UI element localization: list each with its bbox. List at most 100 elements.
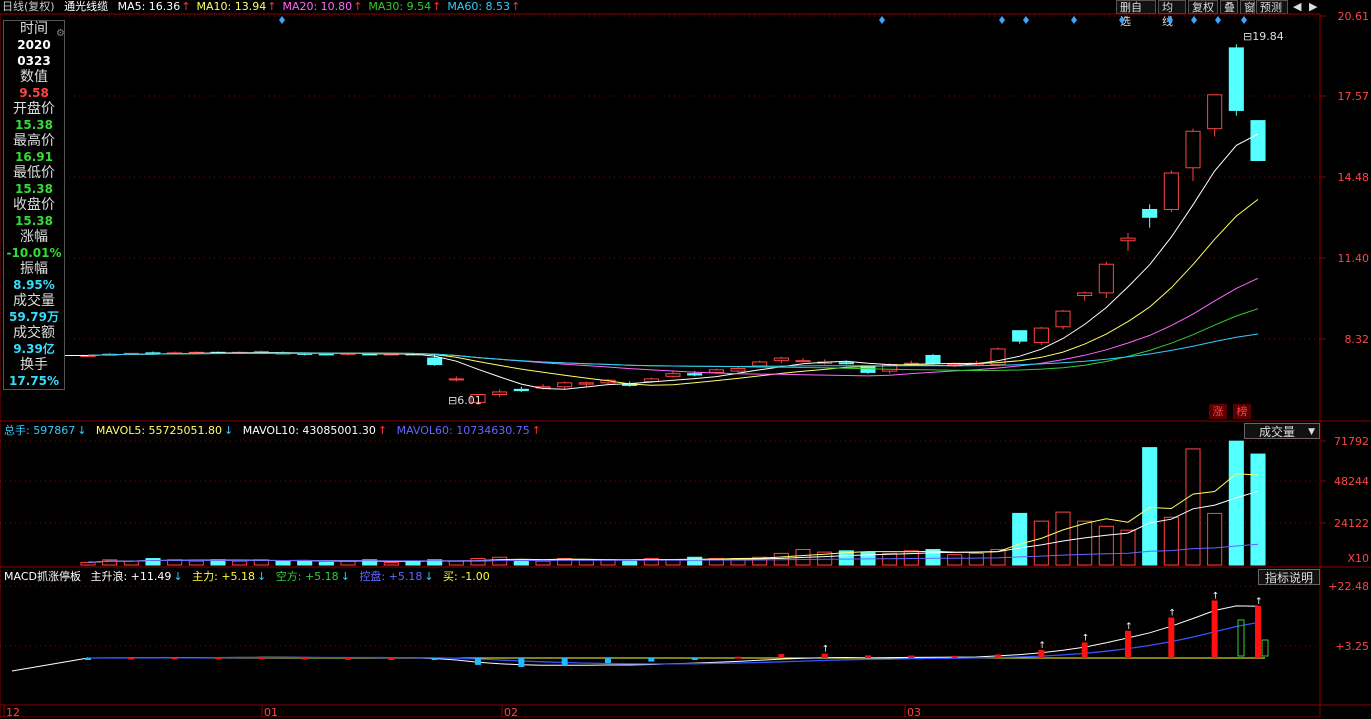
macd-bar (1038, 649, 1045, 658)
volume-tick-label: 71792 (1334, 435, 1369, 448)
candle-body (838, 362, 854, 365)
volume-bar (687, 556, 703, 566)
up-arrow-icon: ↑ (531, 424, 541, 437)
candle-body (557, 382, 573, 388)
low-price-label: 6.01 (457, 394, 482, 407)
dropdown-label: 成交量 (1259, 425, 1296, 439)
year-value: 2020 (17, 38, 51, 52)
macd-zl: 主力: +5.18 (192, 570, 256, 583)
signal-diamond-icon (1191, 16, 1197, 24)
volume-bar (1055, 511, 1071, 566)
indicator-dropdown[interactable]: 成交量 ▼ (1244, 423, 1320, 439)
volume-bar (1142, 447, 1158, 566)
macd-bar (865, 655, 871, 658)
low-label: 最低价 (13, 165, 55, 181)
macd-bar-last (1261, 639, 1269, 657)
indicator-help-button[interactable]: 指标说明 (1258, 569, 1320, 585)
candle-body (1077, 292, 1093, 296)
macd-buy: 买: -1.00 (443, 570, 490, 583)
candle-body (1055, 310, 1071, 328)
candle-body (1185, 130, 1201, 169)
macd-bar (648, 658, 655, 662)
macd-bar (691, 658, 698, 660)
volume-legend: 总手: 597867 ↓ MAVOL5: 55725051.80 ↓ MAVOL10… (4, 424, 547, 438)
macd-bar (908, 655, 915, 658)
info-panel: 时间 2020 0323 数值 9.58 开盘价 15.38 最高价 16.91… (3, 20, 65, 390)
macd-bar (128, 657, 135, 660)
macd-bar (431, 658, 438, 660)
candle-body (448, 378, 464, 381)
low-price-annotation: ⊟6.01 (448, 394, 482, 407)
low-marker-icon: ⊟ (448, 394, 458, 407)
macd-bar (215, 657, 221, 660)
signal-diamond-icon (1167, 16, 1173, 24)
amplitude-label: 振幅 (20, 261, 48, 277)
volume-tick-label: 24122 (1334, 517, 1369, 530)
macd-bar (475, 658, 481, 665)
volume-value: 59.79万 (9, 310, 59, 324)
candle-body (1163, 172, 1179, 210)
up-arrow-icon: ↑ (377, 424, 388, 437)
price-tick-label: 8.32 (1344, 333, 1370, 346)
value-label: 数值 (20, 69, 48, 85)
price-tick-label: 20.61 (1337, 10, 1370, 23)
signal-diamond-icon (1023, 16, 1029, 24)
macd-bar (388, 657, 395, 660)
buy-arrow-icon: ↑ (1212, 591, 1220, 601)
change-value: -10.01% (6, 246, 62, 260)
signal-diamond-icon (1241, 16, 1247, 24)
candle-body (1033, 327, 1049, 343)
candle-body (1250, 120, 1266, 161)
volume-bar (1207, 512, 1223, 566)
candle-body (578, 382, 594, 385)
candle-body (1228, 47, 1244, 111)
bang-badge[interactable]: 榜 (1233, 404, 1251, 419)
volume-label: 成交量 (13, 293, 55, 309)
kline-chart[interactable]: ↑ ↑ ↑ ↑ ↑ ↑ ↑ (0, 0, 1371, 717)
volume-bar (232, 560, 248, 566)
volume-bar (318, 561, 334, 566)
low-value: 15.38 (15, 182, 53, 196)
high-price-annotation: ⊟19.84 (1243, 30, 1284, 43)
macd-dif-lead (11, 657, 89, 672)
candle-body (687, 373, 703, 376)
buy-arrow-icon: ↑ (1255, 597, 1263, 607)
down-arrow-icon: ↓ (173, 570, 183, 583)
macd-bar (1125, 630, 1131, 658)
volume-bar (448, 560, 464, 566)
macd-bar (345, 657, 351, 660)
candle-body (665, 373, 681, 377)
turnover-label: 成交额 (13, 325, 55, 341)
date-tick-label: 01 (264, 706, 278, 719)
volume-bar (275, 560, 291, 566)
macd-bar (778, 654, 785, 658)
signal-diamond-icon (999, 16, 1005, 24)
high-label: 最高价 (13, 133, 55, 149)
macd-name: MACD抓涨停板 (4, 570, 81, 583)
volume-bar (492, 556, 508, 566)
volume-tick-label: 48244 (1334, 475, 1369, 488)
macd-bar (951, 655, 958, 658)
mavol60: MAVOL60: 10734630.75 (396, 424, 530, 437)
hand-label: 换手 (20, 357, 48, 373)
candle-body (708, 369, 724, 373)
zhang-badge[interactable]: 涨 (1209, 404, 1227, 419)
macd-bar (301, 657, 308, 660)
ma60-line (87, 333, 1259, 368)
high-value: 16.91 (15, 150, 53, 164)
high-price-label: 19.84 (1252, 30, 1284, 43)
volume-bar (622, 560, 638, 566)
candle-body (318, 353, 334, 356)
candle-body (773, 357, 789, 362)
macd-bar (561, 658, 568, 666)
macd-tick-label: +22.48 (1328, 580, 1369, 593)
candle-body (925, 354, 941, 364)
volume-bar (947, 554, 963, 566)
price-tick-label: 14.48 (1337, 171, 1370, 184)
down-arrow-icon: ↓ (224, 424, 234, 437)
value-value: 9.58 (19, 86, 49, 100)
volume-bar (968, 552, 984, 566)
volume-bar (1077, 520, 1093, 566)
settings-icon[interactable]: ⚙ (56, 28, 65, 39)
close-label: 收盘价 (13, 197, 55, 213)
